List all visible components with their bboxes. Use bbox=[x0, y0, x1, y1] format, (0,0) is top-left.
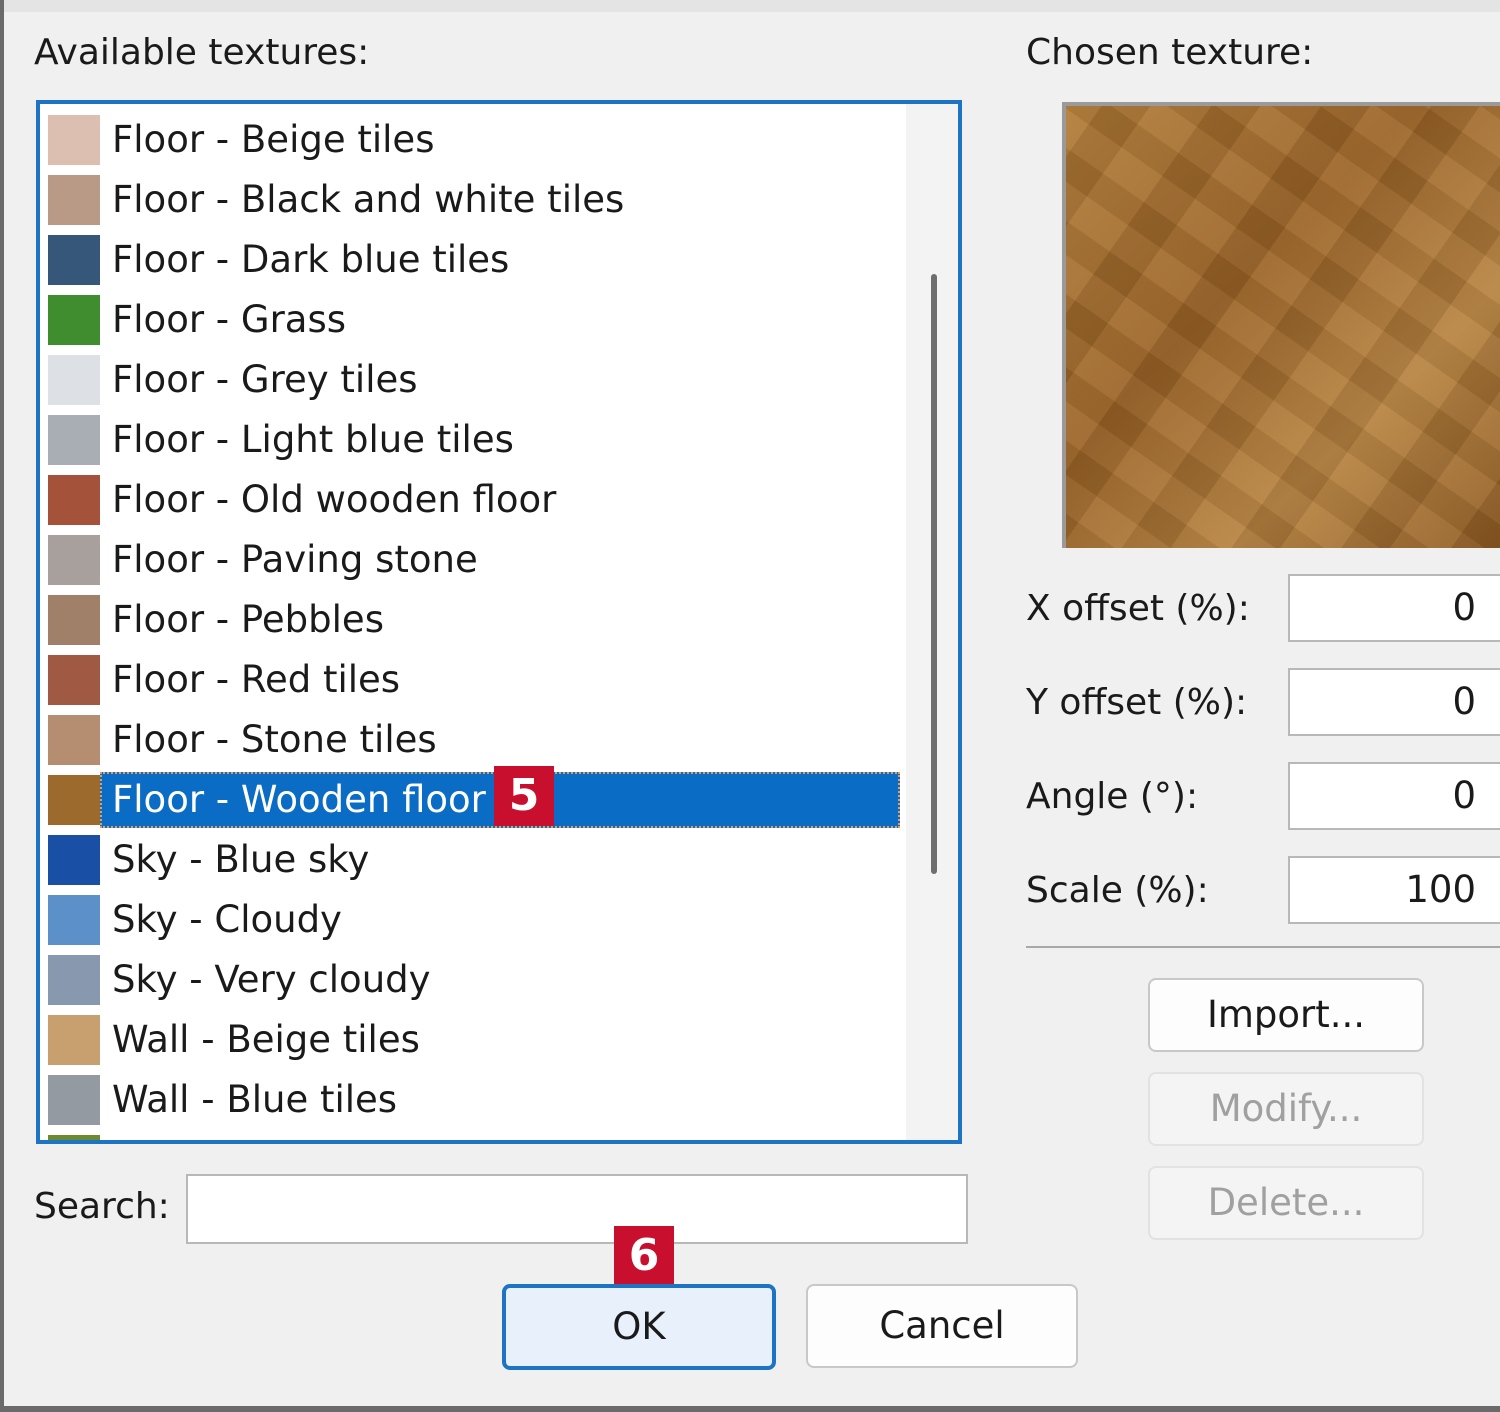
texture-thumbnail bbox=[48, 1075, 100, 1125]
texture-thumbnail bbox=[48, 355, 100, 405]
texture-thumbnail bbox=[48, 475, 100, 525]
texture-item[interactable]: Floor - Stone tiles bbox=[44, 710, 900, 770]
texture-item-label: Floor - Wooden floor bbox=[112, 778, 486, 821]
texture-item-label: Wall - Beige tiles bbox=[112, 1018, 420, 1061]
search-input[interactable] bbox=[186, 1174, 968, 1244]
texture-thumbnail bbox=[48, 835, 100, 885]
modify-button[interactable]: Modify... bbox=[1148, 1072, 1424, 1146]
search-label: Search: bbox=[34, 1186, 170, 1227]
step-badge-5: 5 bbox=[494, 766, 554, 826]
y-offset-spinner[interactable]: 0 bbox=[1288, 668, 1500, 736]
cancel-button[interactable]: Cancel bbox=[806, 1284, 1078, 1368]
texture-thumbnail bbox=[48, 1015, 100, 1065]
texture-item[interactable]: Sky - Blue sky bbox=[44, 830, 900, 890]
separator bbox=[1026, 946, 1500, 948]
texture-item[interactable]: Floor - Red tiles bbox=[44, 650, 900, 710]
delete-button[interactable]: Delete... bbox=[1148, 1166, 1424, 1240]
y-offset-value: 0 bbox=[1452, 680, 1476, 723]
texture-thumbnail bbox=[48, 655, 100, 705]
texture-list[interactable]: Floor - Beige tiles Floor - Black and whi… bbox=[36, 100, 962, 1144]
texture-item-label: Sky - Very cloudy bbox=[112, 958, 431, 1001]
texture-item[interactable]: Floor - Grass bbox=[44, 290, 900, 350]
texture-thumbnail bbox=[48, 415, 100, 465]
texture-item[interactable]: Floor - Light blue tiles bbox=[44, 410, 900, 470]
texture-item-label: Floor - Old wooden floor bbox=[112, 478, 557, 521]
texture-thumbnail bbox=[48, 535, 100, 585]
texture-item-label: Floor - Pebbles bbox=[112, 598, 384, 641]
x-offset-label: X offset (%): bbox=[1026, 588, 1250, 629]
texture-item-label: Sky - Cloudy bbox=[112, 898, 342, 941]
texture-item-label: Floor - Red tiles bbox=[112, 658, 401, 701]
texture-thumbnail bbox=[48, 775, 100, 825]
texture-item-label: Sky - Blue sky bbox=[112, 838, 370, 881]
texture-item[interactable]: Floor - Old wooden floor bbox=[44, 470, 900, 530]
texture-thumbnail bbox=[48, 715, 100, 765]
texture-thumbnail bbox=[48, 115, 100, 165]
angle-spinner[interactable]: 0 bbox=[1288, 762, 1500, 830]
texture-item-selected[interactable]: Floor - Wooden floor bbox=[44, 770, 900, 830]
texture-thumbnail bbox=[48, 955, 100, 1005]
texture-item-label: Floor - Light blue tiles bbox=[112, 418, 514, 461]
x-offset-value: 0 bbox=[1452, 586, 1476, 629]
texture-item[interactable]: Floor - Grey tiles bbox=[44, 350, 900, 410]
texture-thumbnail bbox=[48, 235, 100, 285]
texture-item-label: Floor - Stone tiles bbox=[112, 718, 437, 761]
texture-item[interactable]: Sky - Cloudy bbox=[44, 890, 900, 950]
window-bottom-border bbox=[0, 1406, 1500, 1412]
y-offset-label: Y offset (%): bbox=[1026, 682, 1248, 723]
texture-list-items: Floor - Beige tiles Floor - Black and whi… bbox=[44, 110, 900, 1140]
scale-value: 100 bbox=[1405, 868, 1476, 911]
texture-item-label: Floor - Black and white tiles bbox=[112, 178, 625, 221]
texture-item[interactable]: Sky - Very cloudy bbox=[44, 950, 900, 1010]
x-offset-spinner[interactable]: 0 bbox=[1288, 574, 1500, 642]
texture-item[interactable]: Wall - Beige tiles bbox=[44, 1010, 900, 1070]
texture-item[interactable]: Floor - Pebbles bbox=[44, 590, 900, 650]
texture-thumbnail bbox=[48, 295, 100, 345]
texture-thumbnail bbox=[48, 1135, 100, 1140]
texture-item-label: Floor - Grass bbox=[112, 298, 347, 341]
scrollbar-thumb[interactable] bbox=[931, 274, 937, 874]
scale-spinner[interactable]: 100 bbox=[1288, 856, 1500, 924]
texture-item[interactable]: Floor - Beige tiles bbox=[44, 110, 900, 170]
available-textures-label: Available textures: bbox=[34, 32, 370, 73]
chosen-texture-label: Chosen texture: bbox=[1026, 32, 1314, 73]
angle-label: Angle (°): bbox=[1026, 776, 1199, 817]
import-button[interactable]: Import... bbox=[1148, 978, 1424, 1052]
window-top-edge bbox=[0, 0, 1500, 12]
texture-item[interactable] bbox=[44, 1130, 900, 1140]
texture-item[interactable]: Floor - Dark blue tiles bbox=[44, 230, 900, 290]
texture-item[interactable]: Wall - Blue tiles bbox=[44, 1070, 900, 1130]
ok-button[interactable]: OK bbox=[502, 1284, 776, 1370]
scale-label: Scale (%): bbox=[1026, 870, 1209, 911]
texture-item-label: Floor - Beige tiles bbox=[112, 118, 435, 161]
texture-item-label: Floor - Grey tiles bbox=[112, 358, 418, 401]
angle-value: 0 bbox=[1452, 774, 1476, 817]
step-badge-6: 6 bbox=[614, 1226, 674, 1286]
texture-item-label: Floor - Paving stone bbox=[112, 538, 478, 581]
window-left-border bbox=[0, 0, 4, 1412]
texture-item[interactable]: Floor - Paving stone bbox=[44, 530, 900, 590]
texture-thumbnail bbox=[48, 895, 100, 945]
texture-thumbnail bbox=[48, 175, 100, 225]
texture-item-label: Floor - Dark blue tiles bbox=[112, 238, 510, 281]
texture-item-label: Wall - Blue tiles bbox=[112, 1078, 398, 1121]
texture-preview bbox=[1062, 102, 1500, 548]
texture-item[interactable]: Floor - Black and white tiles bbox=[44, 170, 900, 230]
texture-thumbnail bbox=[48, 595, 100, 645]
